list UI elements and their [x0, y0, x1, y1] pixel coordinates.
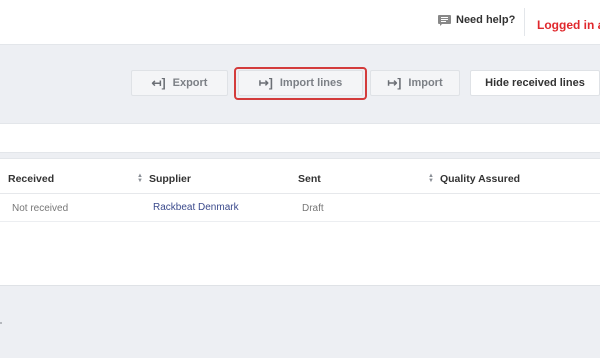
import-icon: ↦]: [387, 76, 402, 90]
cell-sent-status: Draft: [302, 203, 324, 214]
supplier-link[interactable]: Rackbeat Denmark: [153, 202, 239, 213]
hide-received-lines-label: Hide received lines: [485, 77, 585, 89]
export-label: Export: [172, 77, 208, 89]
import-label: Import: [408, 77, 443, 89]
import-lines-icon: ↦]: [258, 76, 273, 90]
row-divider-line: [0, 221, 600, 222]
chat-bubble-icon: [438, 14, 451, 26]
export-button[interactable]: ↤] Export: [131, 70, 228, 96]
purchase-lines-table: Received ▲ ▼ Supplier Sent ▲ ▼ Quality Ass…: [0, 158, 600, 286]
import-lines-label: Import lines: [279, 77, 343, 89]
column-header-sent[interactable]: Sent: [298, 173, 321, 185]
sort-icon: ▲ ▼: [428, 173, 434, 184]
export-icon: ↤]: [151, 76, 166, 90]
column-header-quality-assured[interactable]: ▲ ▼ Quality Assured: [428, 173, 520, 185]
column-label-supplier: Supplier: [148, 173, 191, 185]
column-header-received[interactable]: Received: [8, 173, 54, 185]
column-label-quality-assured: Quality Assured: [439, 173, 521, 185]
cell-received: Not received: [12, 203, 69, 214]
hide-received-lines-button[interactable]: Hide received lines: [470, 70, 600, 96]
toolbar: ↤] Export ↦] Import lines ↦] Import Hide…: [0, 45, 600, 120]
top-bar: Need help? Logged in a: [0, 0, 600, 45]
import-button[interactable]: ↦] Import: [370, 70, 460, 96]
filter-panel: [0, 123, 600, 153]
edge-marker: [0, 322, 2, 324]
help-label: Need help?: [456, 14, 516, 26]
header-divider: [524, 8, 525, 36]
help-link[interactable]: Need help?: [438, 14, 515, 26]
header-divider-line: [0, 193, 600, 194]
sort-icon: ▲ ▼: [137, 173, 143, 184]
import-lines-button[interactable]: ↦] Import lines: [238, 70, 363, 96]
column-label-sent: Sent: [298, 173, 321, 185]
logged-in-text[interactable]: Logged in a: [537, 18, 600, 32]
column-header-supplier[interactable]: ▲ ▼ Supplier: [137, 173, 191, 185]
column-label-received: Received: [8, 173, 55, 185]
